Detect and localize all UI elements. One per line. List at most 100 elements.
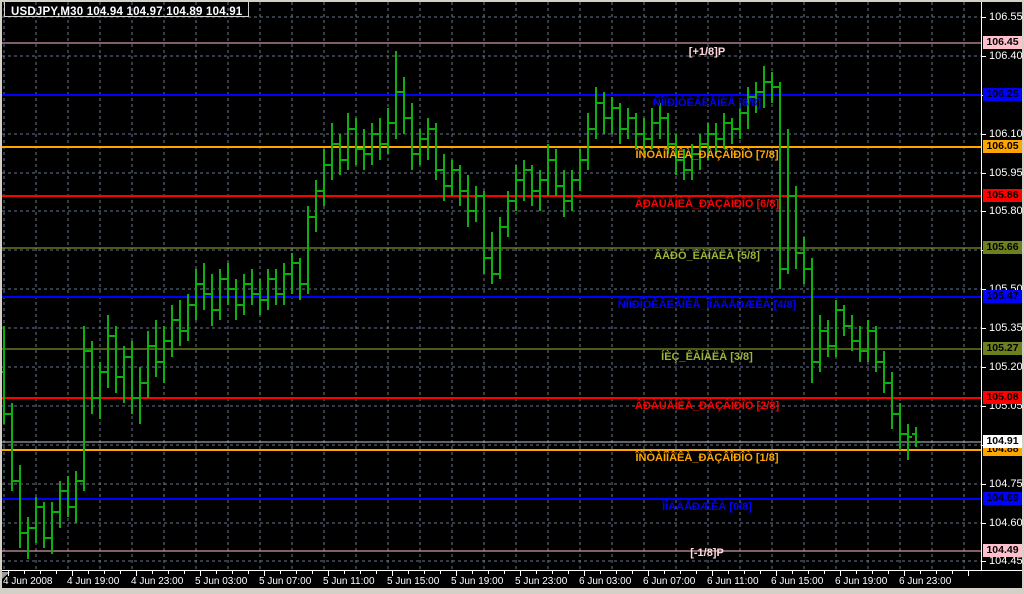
time-tick (952, 571, 953, 574)
price-tick (982, 17, 986, 18)
time-tick (24, 571, 25, 574)
price-tick (982, 211, 986, 212)
time-tick (568, 571, 569, 574)
time-tick (232, 571, 233, 574)
time-tick-label: 5 Jun 03:00 (195, 576, 247, 587)
time-tick (696, 571, 697, 574)
time-tick (360, 571, 361, 574)
price-tick (982, 484, 986, 485)
time-tick (168, 571, 169, 574)
time-tick (552, 571, 553, 574)
time-tick-label: 6 Jun 23:00 (899, 576, 951, 587)
time-tick (664, 571, 665, 574)
time-tick-label: 6 Jun 19:00 (835, 576, 887, 587)
time-tick (920, 571, 921, 574)
time-tick (184, 571, 185, 574)
time-tick (728, 571, 729, 574)
time-tick (968, 571, 969, 576)
time-tick (872, 571, 873, 574)
price-tick-label: 105.80 (989, 205, 1023, 217)
time-tick (856, 571, 857, 574)
time-tick (744, 571, 745, 574)
time-tick (680, 571, 681, 574)
price-level-badge-4-8: 105.47 (983, 290, 1022, 303)
plot-area[interactable] (2, 2, 981, 570)
time-tick-label: 5 Jun 15:00 (387, 576, 439, 587)
chart-title: USDJPY,M30 104.94 104.97 104.89 104.91 (11, 6, 242, 18)
price-tick (982, 134, 986, 135)
time-tick (600, 571, 601, 574)
price-tick-label: 104.75 (989, 478, 1023, 490)
time-tick (152, 571, 153, 574)
time-tick (88, 571, 89, 574)
time-tick (792, 571, 793, 574)
price-tick (982, 406, 986, 407)
price-level-badge-0-8: 104.69 (983, 492, 1022, 505)
price-level-badge-plus-1-8: 106.45 (983, 36, 1022, 49)
time-tick (632, 571, 633, 574)
price-tick-label: 105.20 (989, 361, 1023, 373)
price-axis[interactable]: 106.55 106.40 106.25 106.10 105.95 105.80 105.… (981, 2, 1022, 571)
time-tick (472, 571, 473, 574)
time-tick (376, 571, 377, 574)
time-tick (248, 571, 249, 574)
price-tick-label: 105.95 (989, 167, 1023, 179)
time-tick-label: 6 Jun 07:00 (643, 576, 695, 587)
time-tick-label: 5 Jun 11:00 (323, 576, 375, 587)
time-tick (504, 571, 505, 574)
chart-canvas (2, 2, 981, 570)
price-tick-label: 106.55 (989, 11, 1023, 23)
price-tick-label: 106.40 (989, 50, 1023, 62)
time-tick (824, 571, 825, 574)
price-tick-label: 105.35 (989, 322, 1023, 334)
price-tick (982, 523, 986, 524)
time-tick-label: 5 Jun 07:00 (259, 576, 311, 587)
price-level-badge-8-8: 106.25 (983, 88, 1022, 101)
time-tick (344, 571, 345, 574)
time-tick (216, 571, 217, 574)
price-tick-label: 106.10 (989, 128, 1023, 140)
chart-window: 106.55 106.40 106.25 106.10 105.95 105.80 105.… (0, 0, 1024, 594)
time-tick (888, 571, 889, 574)
time-tick-label: 4 Jun 2008 (3, 576, 53, 587)
time-tick (120, 571, 121, 574)
time-tick (616, 571, 617, 574)
current-price-badge: 104.91 (983, 435, 1022, 448)
time-tick (296, 571, 297, 574)
time-tick (56, 571, 57, 574)
time-tick (40, 571, 41, 574)
time-tick-label: 5 Jun 23:00 (515, 576, 567, 587)
price-tick (982, 56, 986, 57)
time-axis[interactable]: 4 Jun 2008 4 Jun 19:00 4 Jun 23:00 5 Jun 03… (2, 570, 1022, 588)
time-tick-label: 5 Jun 19:00 (451, 576, 503, 587)
price-level-badge-7-8: 106.05 (983, 140, 1022, 153)
price-level-badge-3-8: 105.27 (983, 342, 1022, 355)
time-tick (312, 571, 313, 574)
price-tick-label: 104.60 (989, 517, 1023, 529)
price-level-badge-5-8: 105.66 (983, 241, 1022, 254)
price-level-badge-6-8: 105.86 (983, 189, 1022, 202)
time-tick (488, 571, 489, 574)
price-level-badge-minus-1-8: 104.49 (983, 544, 1022, 557)
time-tick-label: 6 Jun 03:00 (579, 576, 631, 587)
time-tick (408, 571, 409, 574)
time-tick (760, 571, 761, 574)
time-tick (440, 571, 441, 574)
time-tick-label: 4 Jun 19:00 (67, 576, 119, 587)
time-tick (808, 571, 809, 574)
price-tick (982, 173, 986, 174)
time-tick-label: 6 Jun 11:00 (707, 576, 759, 587)
price-tick (982, 561, 986, 562)
ohlc-bars (2, 51, 920, 559)
price-level-badge-2-8: 105.08 (983, 391, 1022, 404)
time-tick (536, 571, 537, 574)
time-tick-label: 6 Jun 15:00 (771, 576, 823, 587)
price-tick (982, 328, 986, 329)
time-tick (104, 571, 105, 574)
time-tick (280, 571, 281, 574)
time-tick-label: 4 Jun 23:00 (131, 576, 183, 587)
time-tick (424, 571, 425, 574)
grid (2, 2, 981, 570)
chart-title-box: USDJPY,M30 104.94 104.97 104.89 104.91 (4, 1, 249, 17)
price-tick (982, 367, 986, 368)
